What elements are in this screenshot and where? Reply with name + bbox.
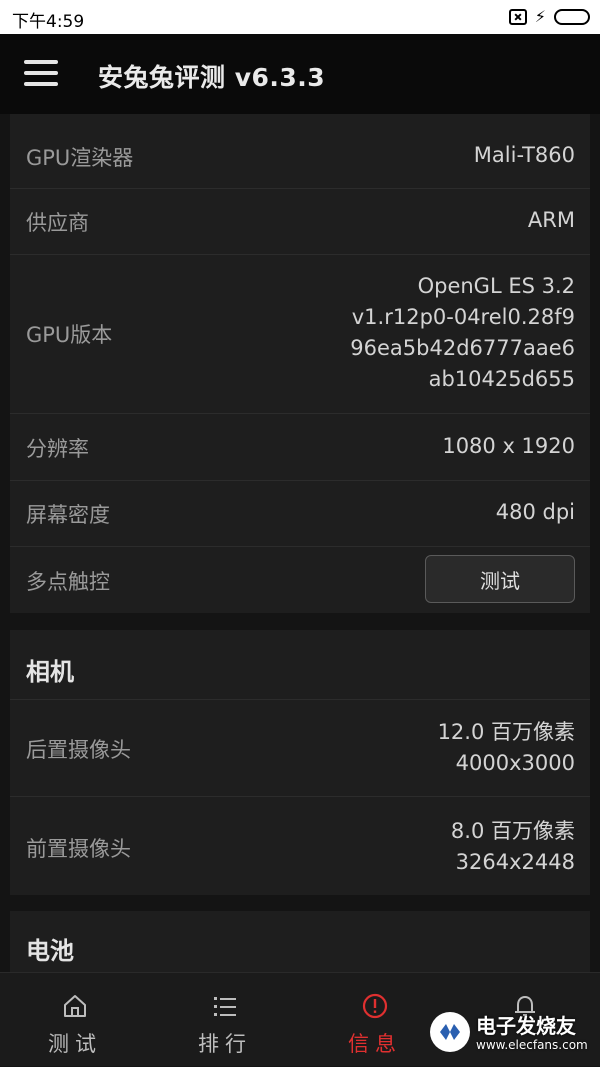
info-content[interactable]: GPU渲染器 Mali-T860 供应商 ARM GPU版本 OpenGL ES…: [0, 114, 600, 972]
gpu-display-card: GPU渲染器 Mali-T860 供应商 ARM GPU版本 OpenGL ES…: [10, 114, 590, 613]
row-label: GPU版本: [26, 323, 113, 347]
watermark-logo: 电子发烧友 www.elecfans.com: [430, 1006, 590, 1062]
value-line: 8.0 百万像素: [450, 819, 575, 843]
home-icon: [64, 995, 86, 1017]
nav-label: 排行: [198, 1032, 252, 1056]
hamburger-menu-icon[interactable]: [24, 58, 60, 88]
row-label: 前置摄像头: [26, 837, 131, 861]
nav-label: 信息: [348, 1032, 402, 1056]
value-line: 12.0 百万像素: [437, 720, 575, 744]
value-line: OpenGL ES 3.2: [417, 274, 575, 298]
row-value: ARM: [527, 208, 575, 232]
row-value-multiline: OpenGL ES 3.2 v1.r12p0-04rel0.28f9 96ea5…: [350, 271, 575, 395]
battery-icon: [554, 9, 590, 25]
list-icon: [214, 997, 236, 1016]
value-line: 96ea5b42d6777aae6: [350, 336, 575, 360]
row-value: Mali-T860: [473, 143, 575, 167]
status-time: 下午4:59: [12, 12, 85, 32]
info-row-resolution: 分辨率 1080 x 1920: [10, 414, 590, 481]
row-label: GPU渲染器: [26, 146, 134, 170]
row-label: 屏幕密度: [26, 503, 110, 527]
row-value-multiline: 8.0 百万像素 3264x2448: [451, 816, 575, 878]
nav-tab-ranking[interactable]: 排行: [150, 973, 300, 1067]
multitouch-test-button[interactable]: 测试: [425, 555, 575, 603]
info-row-vendor: 供应商 ARM: [10, 189, 590, 255]
info-row-gpu-version: GPU版本 OpenGL ES 3.2 v1.r12p0-04rel0.28f9…: [10, 255, 590, 414]
value-line: 4000x3000: [455, 751, 575, 775]
row-value-multiline: 12.0 百万像素 4000x3000: [438, 717, 575, 779]
nav-tab-test[interactable]: 测试: [0, 973, 150, 1067]
row-label: 后置摄像头: [26, 738, 131, 762]
charging-bolt-icon: ⚡: [534, 7, 546, 26]
info-row-rear-camera: 后置摄像头 12.0 百万像素 4000x3000: [10, 700, 590, 797]
camera-card: 相机 后置摄像头 12.0 百万像素 4000x3000 前置摄像头 8.0 百…: [10, 630, 590, 895]
watermark-circle-icon: [430, 1012, 470, 1052]
value-line: 3264x2448: [455, 850, 575, 874]
info-row-gpu-renderer: GPU渲染器 Mali-T860: [10, 114, 590, 189]
row-label: 供应商: [26, 211, 89, 235]
row-value: 1080 x 1920: [442, 434, 575, 458]
nav-tab-info[interactable]: 信息: [300, 973, 450, 1067]
nav-label: 测试: [48, 1032, 102, 1056]
app-bar: 安兔兔评测 v6.3.3: [0, 34, 600, 114]
info-row-screen-density: 屏幕密度 480 dpi: [10, 481, 590, 547]
app-title: 安兔兔评测 v6.3.3: [98, 63, 326, 92]
battery-card: 电池: [10, 911, 590, 972]
value-line: ab10425d655: [428, 367, 575, 391]
watermark-url: www.elecfans.com: [476, 1038, 588, 1052]
camera-section-header: 相机: [10, 630, 590, 700]
status-bar: 下午4:59 ⚡: [0, 0, 600, 34]
info-alert-icon: [362, 993, 388, 1019]
info-row-front-camera: 前置摄像头 8.0 百万像素 3264x2448: [10, 797, 590, 895]
row-value: 480 dpi: [495, 500, 575, 524]
watermark-text: 电子发烧友: [476, 1014, 576, 1038]
value-line: v1.r12p0-04rel0.28f9: [351, 305, 575, 329]
info-row-multitouch: 多点触控 测试: [10, 547, 590, 613]
section-title: 相机: [26, 658, 74, 686]
row-label: 分辨率: [26, 437, 89, 461]
status-icons: ⚡: [508, 7, 590, 27]
sim-off-icon: [508, 9, 527, 25]
row-label: 多点触控: [26, 570, 110, 594]
section-title: 电池: [26, 937, 74, 965]
